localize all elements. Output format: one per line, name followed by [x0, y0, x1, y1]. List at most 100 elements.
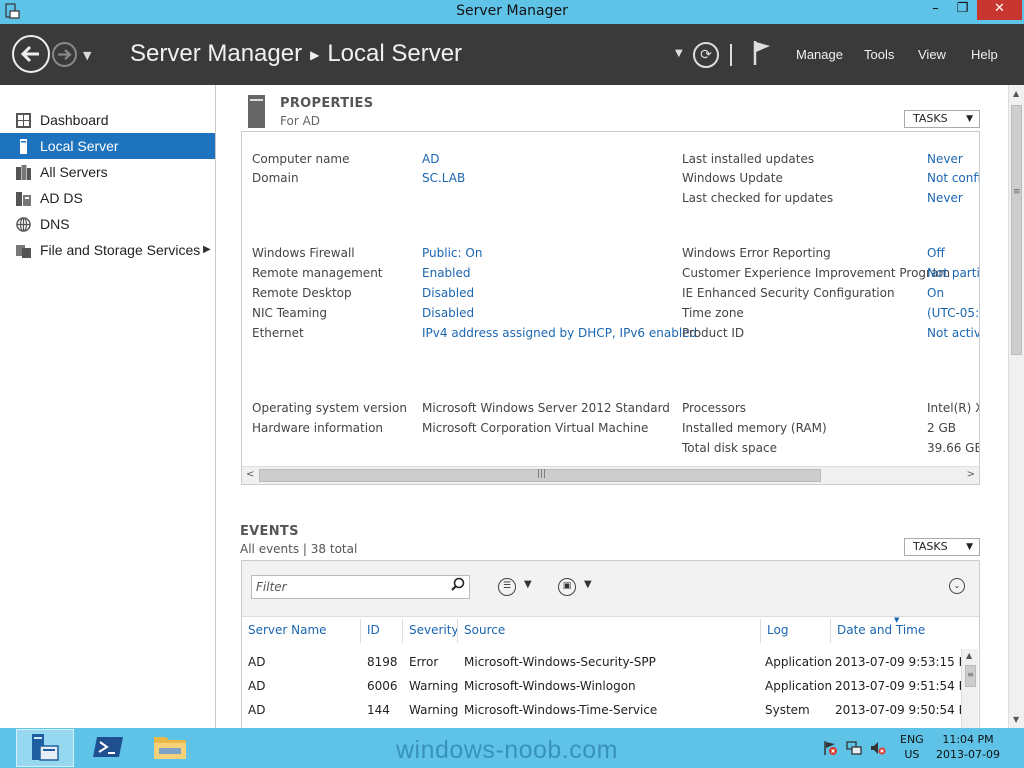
input-language-indicator[interactable]: ENG US: [900, 732, 924, 762]
breadcrumb-root[interactable]: Server Manager: [130, 40, 302, 67]
events-tasks-button[interactable]: TASKS ▼: [904, 538, 980, 556]
events-panel: ☰ ▼ ▣ ▼ ⌄ ▼ Server Name ID Severity Sour…: [241, 560, 980, 728]
property-value-error-reporting[interactable]: Off: [927, 246, 945, 260]
minimize-button[interactable]: –: [922, 0, 949, 20]
column-header-server-name[interactable]: Server Name: [248, 623, 327, 637]
property-label: Domain: [252, 171, 299, 185]
forward-button[interactable]: [52, 42, 77, 67]
sidebar-item-local-server[interactable]: Local Server: [0, 133, 215, 159]
history-dropdown-icon[interactable]: ▼: [83, 49, 91, 62]
menu-view[interactable]: View: [918, 47, 946, 62]
scroll-up-icon[interactable]: ▲: [966, 651, 972, 660]
refresh-dropdown-icon[interactable]: ▼: [675, 48, 683, 59]
sidebar-item-dns[interactable]: DNS: [0, 211, 215, 237]
property-value-domain[interactable]: SC.LAB: [422, 171, 465, 185]
restore-button[interactable]: ❐: [949, 0, 976, 20]
properties-tasks-button[interactable]: TASKS ▼: [904, 110, 980, 128]
query-list-icon[interactable]: ☰: [498, 578, 516, 596]
header-divider: [730, 44, 732, 66]
cell-log: System: [765, 703, 810, 717]
events-vertical-scrollbar[interactable]: ▲ ≡: [961, 649, 978, 728]
action-center-flag-icon[interactable]: [822, 740, 838, 756]
filter-input[interactable]: [251, 575, 470, 599]
events-title: EVENTS: [240, 524, 299, 539]
property-value-windows-update[interactable]: Not config: [927, 171, 979, 185]
column-divider[interactable]: [760, 619, 761, 643]
watermark-text: windows-noob.com: [396, 736, 618, 764]
property-value-nic-teaming[interactable]: Disabled: [422, 306, 474, 320]
property-value-product-id[interactable]: Not activa: [927, 326, 979, 340]
scroll-left-icon[interactable]: <: [246, 469, 254, 480]
scroll-down-icon[interactable]: ▼: [1013, 715, 1019, 724]
file-storage-icon: [16, 245, 31, 258]
save-query-icon[interactable]: ▣: [558, 578, 576, 596]
cell-date-time: 2013-07-09 9:53:15 PM: [835, 655, 977, 669]
column-divider[interactable]: [457, 619, 458, 643]
all-servers-icon: [16, 165, 31, 180]
property-label: Computer name: [252, 152, 350, 166]
column-header-log[interactable]: Log: [767, 623, 788, 637]
property-label: Windows Firewall: [252, 246, 355, 260]
property-value-ethernet[interactable]: IPv4 address assigned by DHCP, IPv6 enab…: [422, 326, 697, 340]
scroll-thumb[interactable]: ≡: [965, 665, 976, 687]
property-value-computer-name[interactable]: AD: [422, 152, 439, 166]
sidebar-item-dashboard[interactable]: Dashboard: [0, 107, 215, 133]
property-label: Last installed updates: [682, 152, 815, 166]
cell-server-name: AD: [248, 703, 266, 717]
query-dropdown-icon[interactable]: ▼: [524, 579, 532, 590]
close-button[interactable]: ✕: [977, 0, 1022, 20]
title-bar: Server Manager – ❐ ✕: [0, 0, 1024, 24]
taskbar-server-manager[interactable]: [16, 729, 74, 767]
column-header-source[interactable]: Source: [464, 623, 505, 637]
property-label: Processors: [682, 401, 747, 415]
property-label: Remote management: [252, 266, 383, 280]
properties-subtitle: For AD: [280, 114, 321, 128]
column-divider[interactable]: [402, 619, 403, 643]
column-divider[interactable]: [360, 619, 361, 643]
menu-help[interactable]: Help: [971, 47, 998, 62]
cell-severity: Warning: [409, 703, 459, 717]
column-divider[interactable]: [830, 619, 831, 643]
column-header-date-time[interactable]: Date and Time: [837, 623, 925, 637]
sidebar: Dashboard Local Server All Servers AD DS…: [0, 85, 216, 728]
notifications-flag-icon[interactable]: [752, 40, 772, 66]
column-header-id[interactable]: ID: [367, 623, 380, 637]
sidebar-item-file-storage[interactable]: File and Storage Services ▶: [0, 237, 215, 263]
taskbar-powershell[interactable]: [82, 729, 140, 767]
cell-id: 144: [367, 703, 390, 717]
property-label: Hardware information: [252, 421, 384, 435]
network-icon[interactable]: [846, 740, 862, 756]
property-value-ceip[interactable]: Not partic: [927, 266, 979, 280]
search-icon[interactable]: [451, 577, 465, 591]
property-value-firewall[interactable]: Public: On: [422, 246, 482, 260]
refresh-icon[interactable]: ⟳: [693, 42, 719, 68]
taskbar-file-explorer[interactable]: [142, 729, 200, 767]
back-button[interactable]: [12, 35, 50, 73]
submenu-arrow-icon[interactable]: ▶: [203, 237, 211, 263]
breadcrumb-separator-icon: ▶: [310, 47, 320, 62]
properties-horizontal-scrollbar[interactable]: < ||| >: [242, 466, 979, 484]
property-value-last-installed[interactable]: Never: [927, 152, 963, 166]
property-label: Total disk space: [682, 441, 778, 455]
sidebar-item-ad-ds[interactable]: AD DS: [0, 185, 215, 211]
system-clock[interactable]: 11:04 PM 2013-07-09: [936, 732, 1000, 762]
sidebar-item-all-servers[interactable]: All Servers: [0, 159, 215, 185]
property-label: Operating system version: [252, 401, 407, 415]
property-value-last-checked[interactable]: Never: [927, 191, 963, 205]
menu-manage[interactable]: Manage: [796, 47, 843, 62]
save-dropdown-icon[interactable]: ▼: [584, 579, 592, 590]
cell-severity: Error: [409, 655, 439, 669]
property-value-remote-desktop[interactable]: Disabled: [422, 286, 474, 300]
property-value-remote-management[interactable]: Enabled: [422, 266, 471, 280]
property-label: Windows Update: [682, 171, 783, 185]
menu-tools[interactable]: Tools: [864, 47, 894, 62]
scroll-right-icon[interactable]: >: [967, 469, 975, 480]
property-value-ie-esc[interactable]: On: [927, 286, 944, 300]
scroll-thumb[interactable]: [1011, 105, 1022, 355]
scroll-up-icon[interactable]: ▲: [1013, 89, 1019, 98]
main-vertical-scrollbar[interactable]: ▲ ≡ ▼: [1008, 85, 1024, 728]
property-value-time-zone[interactable]: (UTC-05:0: [927, 306, 979, 320]
expand-icon[interactable]: ⌄: [949, 578, 965, 594]
column-header-severity[interactable]: Severity: [409, 623, 459, 637]
volume-muted-icon[interactable]: [870, 740, 886, 756]
